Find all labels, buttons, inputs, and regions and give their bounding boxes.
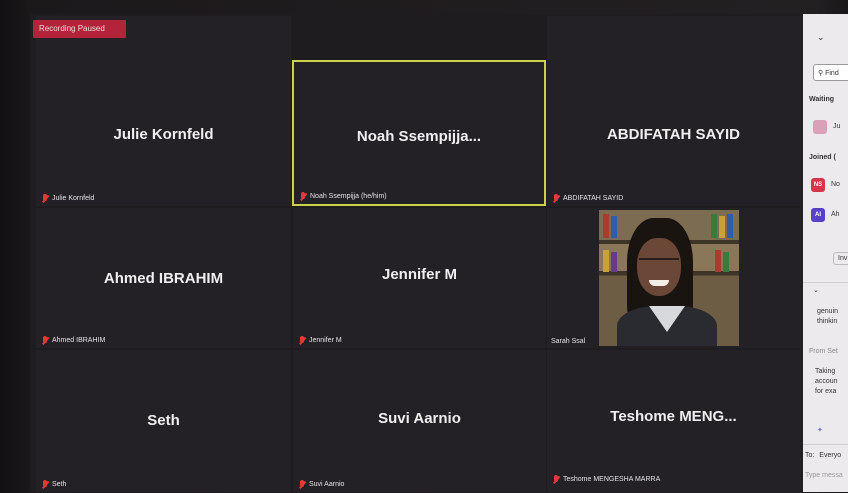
joined-heading: Joined ( (809, 154, 836, 161)
participant-label: Suvi Aarnio (299, 480, 344, 489)
video-tile-noah-active-speaker[interactable]: Noah Ssempijja... Noah Ssempijja (he/him… (292, 60, 546, 206)
participant-label: Jennifer M (299, 336, 342, 345)
participant-label: Sarah Ssal (551, 338, 586, 345)
book (603, 214, 609, 238)
joined-participant[interactable]: No (831, 181, 840, 188)
book (727, 214, 733, 238)
chat-message-line: for exa (815, 388, 837, 395)
divider (803, 444, 848, 445)
chat-message-line: Taking (815, 368, 836, 375)
participant-name: Julie Kornfeld (113, 126, 214, 143)
waiting-room-heading: Waiting (809, 96, 835, 103)
participant-name: Jennifer M (381, 266, 457, 283)
chat-sender: From Set (809, 348, 838, 355)
waiting-participant[interactable]: Ju (833, 123, 840, 130)
video-gallery: Julie Kornfeld Julie Kornfeld Noah Ssemp… (30, 14, 800, 492)
avatar (813, 120, 827, 134)
divider (803, 282, 848, 283)
participant-video (599, 210, 739, 346)
muted-mic-icon (299, 480, 305, 489)
avatar: AI (811, 208, 825, 222)
glasses (639, 258, 679, 270)
video-tile-ahmed[interactable]: Ahmed IBRAHIM Ahmed IBRAHIM (36, 208, 291, 348)
book (719, 216, 725, 238)
chat-recipient-label: To: Everyo (805, 452, 842, 459)
recording-status-badge[interactable]: Recording Paused (33, 20, 126, 38)
video-tile-abdifatah[interactable]: ABDIFATAH SAYID ABDIFATAH SAYID (547, 16, 800, 206)
book (715, 250, 721, 272)
muted-mic-icon (553, 475, 559, 484)
muted-mic-icon (42, 194, 48, 203)
participant-name: Ahmed IBRAHIM (103, 270, 224, 287)
participant-label: Noah Ssempijja (he/him) (300, 192, 387, 201)
chat-message-line: accoun (815, 378, 838, 385)
participant-name: Seth (147, 412, 180, 429)
chat-message-input[interactable]: Type messa (805, 472, 843, 479)
video-tile-jennifer[interactable]: Jennifer M Jennifer M (293, 208, 546, 348)
video-tile-julie[interactable]: Julie Kornfeld Julie Kornfeld (36, 16, 291, 206)
participant-label: Teshome MENGESHA MARRA (553, 475, 660, 484)
participant-name: Suvi Aarnio (378, 410, 461, 427)
participant-name: Noah Ssempijja... (356, 128, 482, 145)
video-tile-suvi[interactable]: Suvi Aarnio Suvi Aarnio (293, 350, 546, 492)
video-tile-sarah[interactable]: Sarah Ssal (547, 208, 800, 348)
video-tile-teshome[interactable]: Teshome MENG... Teshome MENGESHA MARRA (547, 350, 800, 492)
participant-label: Seth (42, 480, 66, 489)
chevron-down-icon[interactable]: ⌄ (813, 286, 819, 294)
avatar: NS (811, 178, 825, 192)
joined-participant[interactable]: Ah (831, 211, 840, 218)
chat-message-line: thinkin (817, 318, 838, 325)
reaction-icon[interactable]: ✦ (817, 426, 823, 434)
participant-label: ABDIFATAH SAYID (553, 194, 623, 203)
participant-label: Julie Kornfeld (42, 194, 94, 203)
video-tile-seth[interactable]: Seth Seth (36, 350, 291, 492)
chat-message-line: genuin (817, 308, 839, 315)
book (711, 214, 717, 238)
book (603, 250, 609, 272)
participant-search-input[interactable]: ⚲ Find (813, 64, 848, 81)
muted-mic-icon (42, 480, 48, 489)
invite-button[interactable]: Inv (833, 252, 848, 265)
muted-mic-icon (553, 194, 559, 203)
muted-mic-icon (299, 336, 305, 345)
participant-name: Teshome MENG... (610, 408, 737, 425)
chevron-down-icon[interactable]: ⌄ (817, 32, 825, 43)
participant-label: Ahmed IBRAHIM (42, 336, 105, 345)
search-icon: ⚲ (818, 70, 824, 77)
smile (649, 280, 669, 286)
muted-mic-icon (42, 336, 48, 345)
book (611, 252, 617, 272)
book (723, 252, 729, 272)
book (611, 216, 617, 238)
participants-chat-sidebar: ⌄ ⚲ Find Waiting Ju Joined ( NS No AI Ah… (803, 14, 848, 492)
participant-name: ABDIFATAH SAYID (606, 126, 741, 143)
muted-mic-icon (300, 192, 306, 201)
